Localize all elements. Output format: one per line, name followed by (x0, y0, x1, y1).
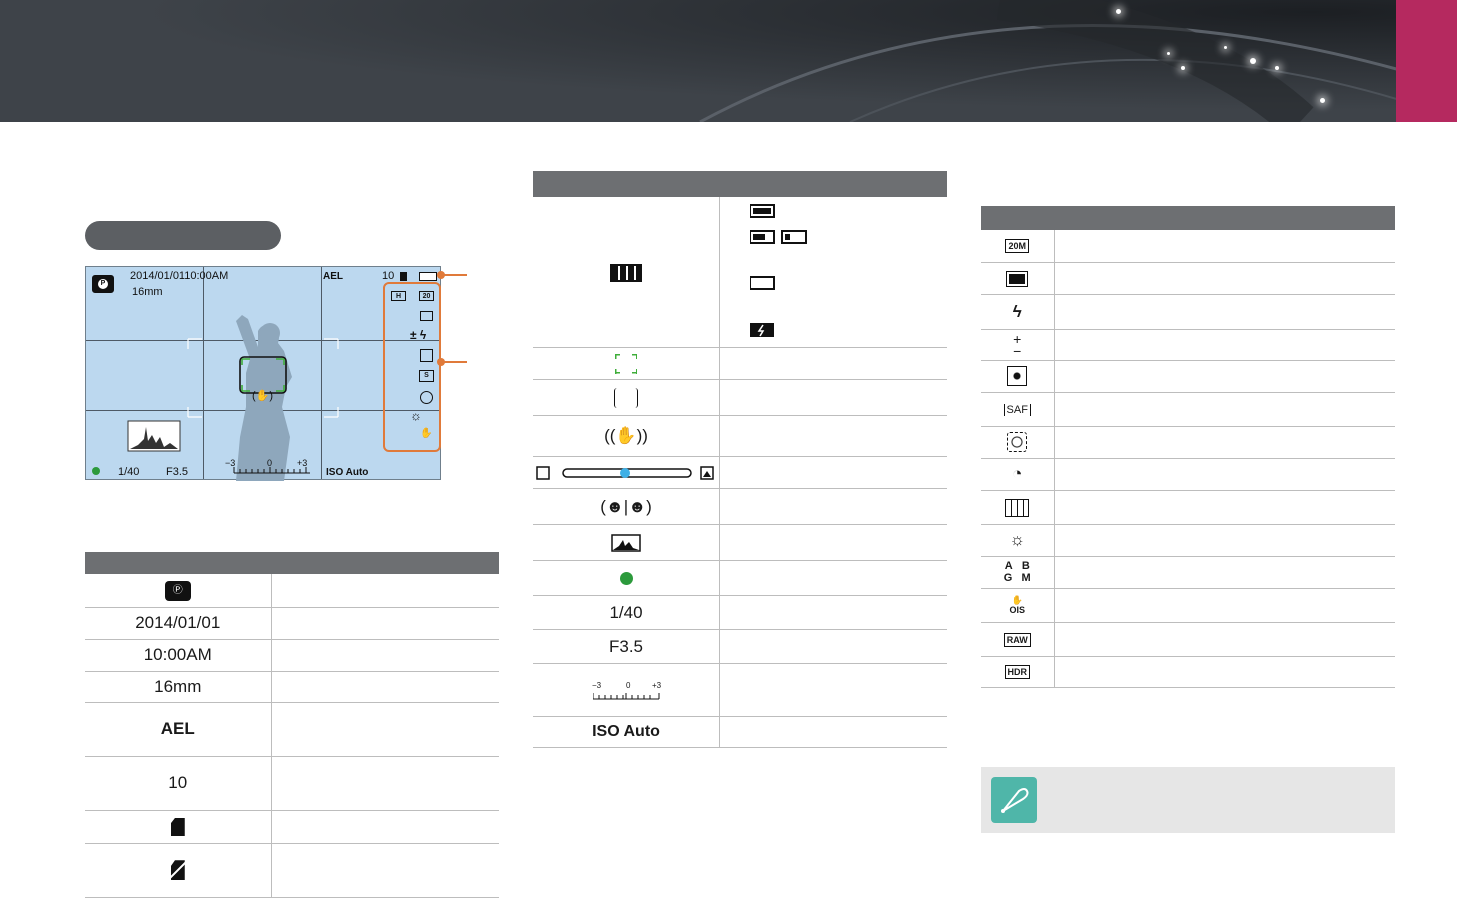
table-1: Ⓟ 2014/01/01 10:00AM 16mm AEL 10 (85, 552, 499, 898)
green-dot-icon (619, 572, 633, 586)
histogram-icon (611, 534, 641, 552)
table-2: ((✋)) (☻|☻) 1/40 F3.5 −3 0 +3 ISO Auto (533, 171, 947, 748)
screen-iso: ISO Auto (326, 467, 369, 478)
slider-icon (536, 465, 714, 480)
camera-p-icon: Ⓟ (164, 580, 191, 601)
aperture-value: F3.5 (533, 629, 720, 664)
shake-icon: (✋) (252, 390, 274, 402)
iso-value: ISO Auto (533, 716, 720, 748)
focal-value: 16mm (85, 671, 272, 703)
af-frame-icon (615, 353, 637, 374)
gm-m-label: M (1021, 572, 1031, 584)
time-value: 10:00AM (85, 639, 272, 672)
quality-icon (1006, 270, 1029, 287)
battery-icon (610, 263, 642, 282)
smart-filter-icon: ◔ (981, 458, 1055, 491)
card-icon (400, 272, 407, 281)
camera-mode-icon: P (92, 275, 114, 293)
battery-icon (419, 272, 437, 281)
screen-aperture: F3.5 (166, 466, 189, 478)
table-3: 20M ϟ + − SAF ◔ ☼ A B G M ✋ OIS RAW HDR (981, 206, 1395, 688)
pen-nib-icon (991, 777, 1037, 823)
raw-icon: RAW (1003, 632, 1031, 647)
screen-shots: 10 (382, 270, 395, 282)
spot-af-frame-icon (614, 387, 638, 408)
grid-icon (1005, 498, 1030, 517)
ab-gm-icon: A B G M (981, 556, 1055, 589)
mode-label-pill (85, 221, 281, 250)
callout-dot-2 (437, 358, 445, 366)
table-2-header-desc (719, 171, 947, 197)
chapter-tab[interactable] (1396, 0, 1457, 122)
note-box (981, 767, 1395, 833)
face-af-icon (1007, 432, 1028, 453)
shots-value: 10 (85, 756, 272, 811)
date-value: 2014/01/01 (85, 607, 272, 640)
table-3-header-icon (981, 206, 1054, 230)
exposure-scale-ticks (593, 693, 660, 700)
metering-icon (1007, 366, 1028, 387)
table-1-header-icon (85, 552, 271, 574)
ois-hand-icon: ✋ (1011, 595, 1023, 605)
header-banner (0, 0, 1457, 122)
flash-comp-icon: + − (981, 329, 1055, 361)
no-card-icon (170, 860, 185, 881)
shutter-value: 1/40 (533, 595, 720, 630)
exposure-scale-plus: +3 (652, 681, 662, 690)
saf-icon: SAF (1003, 403, 1031, 416)
hdr-icon: HDR (1004, 665, 1030, 680)
exp-plus: +3 (297, 458, 308, 468)
table-1-header-desc (271, 552, 499, 574)
gm-g-label: G (1003, 572, 1013, 584)
exp-zero: 0 (267, 458, 273, 468)
face-detect-icon: (☻|☻) (533, 488, 720, 525)
flash-icon: ϟ (981, 294, 1055, 330)
callout-box (383, 282, 441, 452)
screen-ael: AEL (323, 271, 343, 282)
exposure-scale-minus: −3 (592, 681, 602, 690)
ael-value: AEL (85, 702, 272, 757)
screen-focal: 16mm (132, 286, 163, 298)
screen-shutter: 1/40 (118, 466, 140, 478)
table-2-header-icon (533, 171, 720, 197)
exposure-scale-zero: 0 (626, 681, 631, 690)
screen-datetime: 2014/01/0110:00AM (130, 270, 229, 282)
exp-minus: −3 (225, 458, 236, 468)
banner-lens-graphic (0, 0, 1457, 122)
ab-b-label: B (1021, 560, 1030, 572)
white-balance-icon: ☼ (981, 524, 1055, 557)
ab-a-label: A (1004, 560, 1013, 572)
battery-levels-icon (750, 204, 807, 337)
memory-card-icon (170, 818, 185, 837)
ois-icon: OIS (1009, 605, 1025, 615)
size-20m-icon: 20M (1005, 239, 1029, 254)
table-3-header-desc (1054, 206, 1395, 230)
callout-dot-1 (437, 271, 445, 279)
shake-icon: ((✋)) (533, 415, 720, 457)
